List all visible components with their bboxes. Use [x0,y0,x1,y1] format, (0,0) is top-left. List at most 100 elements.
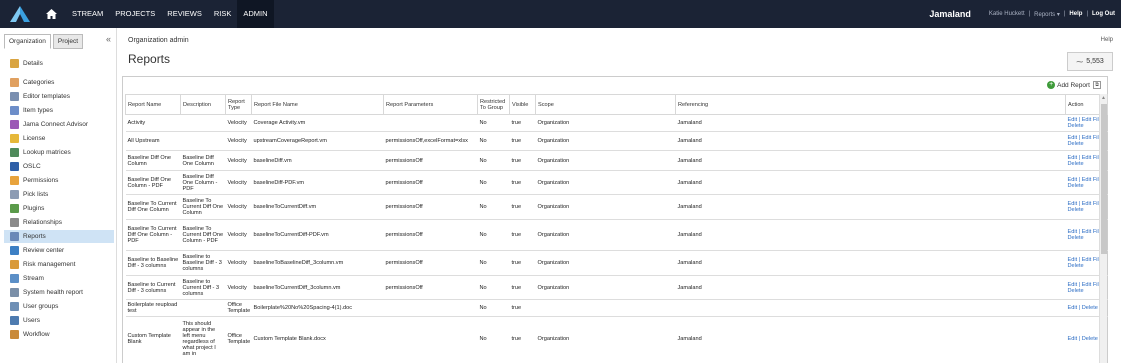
sidebar-item-pick-lists[interactable]: Pick lists [4,188,114,201]
sidebar-item-label: Risk management [23,261,76,268]
table-row[interactable]: Baseline Diff One Column Baseline Diff On… [125,150,1108,171]
reports-menu[interactable]: Reports ▾ [1034,11,1060,18]
nav-stream[interactable]: STREAM [66,0,109,28]
sidebar-item-label: Lookup matrices [23,149,71,156]
sidebar-item-categories[interactable]: Categories [4,76,114,89]
sidebar-item-license[interactable]: License [4,132,114,145]
sidebar-item-user-groups[interactable]: User groups [4,300,114,313]
sidebar-item-users[interactable]: Users [4,314,114,327]
separator: | [1063,11,1066,17]
table-row[interactable]: Activity Velocity Coverage Activity.vm No tr… [125,114,1108,132]
restricted-to-group: No [477,150,510,171]
table-row[interactable]: Baseline to Current Diff - 3 columns Base… [125,275,1108,300]
collapse-sidebar-icon[interactable]: « [106,34,111,44]
sidebar-item-stream[interactable]: Stream [4,272,114,285]
help-link[interactable]: Help [1101,37,1113,43]
report-name: Baseline Diff One Column [125,150,181,171]
row-action-links[interactable]: Edit | Delete [1068,305,1098,311]
report-name: Custom Template Blank [125,316,181,361]
sidebar-item-editor-templates[interactable]: Editor templates [4,90,114,103]
reports-panel: + Add Report ⧉ Report Name Description R… [122,76,1108,363]
column-header[interactable]: Report File Name [251,94,384,115]
table-row[interactable]: All Upstream Velocity upstreamCoverageRepo… [125,131,1108,151]
report-scope: Organization [535,131,676,151]
sidebar-item-reports[interactable]: Reports [4,230,114,243]
sidebar-item-risk-management[interactable]: Risk management [4,258,114,271]
activity-pulse-icon: ⁓ [1076,58,1084,66]
report-type: Velocity [225,275,252,300]
visible-flag: true [509,194,536,220]
restricted-to-group: No [477,194,510,220]
table-row[interactable]: Custom Template Blank This should appear … [125,316,1108,361]
sidebar-item-workflow[interactable]: Workflow [4,328,114,341]
scrollbar-thumb[interactable] [1101,104,1107,254]
nav-admin[interactable]: ADMIN [237,0,274,28]
scroll-up-icon[interactable]: ▲ [1101,95,1106,101]
report-parameters: permissionsOff [383,275,478,300]
nav-projects[interactable]: PROJECTS [109,0,161,28]
sidebar-item-review-center[interactable]: Review center [4,244,114,257]
table-row[interactable]: Baseline Diff One Column - PDF Baseline D… [125,170,1108,195]
sidebar-item-plugins[interactable]: Plugins [4,202,114,215]
referencing: Jamaland [675,150,1066,171]
main-content: Organization admin Help Reports ⁓ 5,553 … [118,28,1121,363]
report-description: Baseline To Current Diff One Column [180,194,226,220]
table-scrollbar[interactable]: ▲ [1099,94,1107,363]
table-row[interactable]: Boilerplate reupload test Office Template… [125,299,1108,317]
add-icon: + [1047,81,1056,89]
home-icon[interactable] [42,0,60,28]
column-header[interactable]: Description [180,94,226,115]
user-name[interactable]: Katie Huckett [989,11,1025,17]
column-header[interactable]: Visible [509,94,536,115]
tab-organization[interactable]: Organization [4,34,51,49]
row-action-links[interactable]: Edit | Delete [1068,336,1098,342]
report-description: This should appear in the left menu rega… [180,316,226,361]
report-scope: Organization [535,219,676,251]
add-report-label: Add Report [1057,81,1090,89]
column-header[interactable]: Report Parameters [383,94,478,115]
report-file-name: baselineDiff.vm [251,150,384,171]
sidebar-item-relationships[interactable]: Relationships [4,216,114,229]
stream-icon [10,274,19,283]
column-header[interactable]: Restricted To Group [477,94,510,115]
visible-flag: true [509,275,536,300]
column-header[interactable]: Scope [535,94,676,115]
tab-project[interactable]: Project [52,34,84,49]
activity-count-button[interactable]: ⁓ 5,553 [1067,52,1113,71]
report-file-name: baselineDiff-PDF.vm [251,170,384,195]
sidebar-item-jama-connect-advisor[interactable]: Jama Connect Advisor [4,118,114,131]
report-file-name: baselineToCurrentDiff_3column.vm [251,275,384,300]
sidebar-item-lookup-matrices[interactable]: Lookup matrices [4,146,114,159]
nav-risk[interactable]: RISK [208,0,238,28]
table-row[interactable]: Baseline To Current Diff One Column - PD… [125,219,1108,251]
table-row[interactable]: Baseline to Baseline Diff - 3 columns Bas… [125,250,1108,276]
sidebar-item-item-types[interactable]: Item types [4,104,114,117]
table-row[interactable]: Baseline To Current Diff One Column Basel… [125,194,1108,220]
visible-flag: true [509,250,536,276]
sidebar-item-details[interactable]: Details [4,57,114,70]
nav-reviews[interactable]: REVIEWS [161,0,208,28]
report-description: Baseline Diff One Column [180,150,226,171]
reports-icon [10,232,19,241]
add-report-button[interactable]: + Add Report ⧉ [1047,81,1101,89]
sidebar-item-permissions[interactable]: Permissions [4,174,114,187]
report-type: Velocity [225,131,252,151]
popout-icon[interactable]: ⧉ [1093,81,1101,89]
sidebar-item-label: User groups [23,303,59,310]
page-title: Reports [128,52,171,66]
sidebar-item-label: Plugins [23,205,45,212]
help-link[interactable]: Help [1069,11,1082,17]
column-header[interactable]: Referencing [675,94,1066,115]
report-name: Baseline To Current Diff One Column - PD… [125,219,181,251]
column-header[interactable]: Report Type [225,94,252,115]
current-project-name[interactable]: Jamaland [929,9,971,19]
jama-logo-icon[interactable] [6,0,34,28]
column-header[interactable]: Report Name [125,94,181,115]
item-types-icon [10,106,19,115]
visible-flag: true [509,114,536,132]
breadcrumb[interactable]: Organization admin [128,37,189,44]
categories-icon [10,78,19,87]
sidebar-item-system-health-report[interactable]: System health report [4,286,114,299]
sidebar-item-oslc[interactable]: OSLC [4,160,114,173]
logout-link[interactable]: Log Out [1092,11,1115,17]
